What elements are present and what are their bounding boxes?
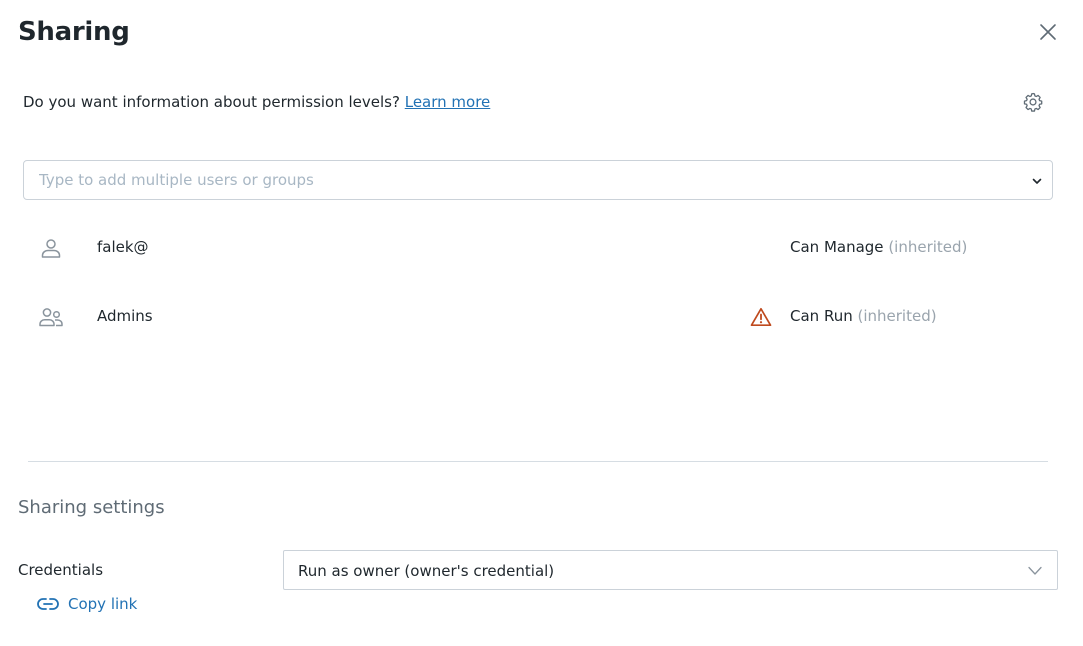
permission-row-user: falek@ Can Manage (inherited): [0, 231, 1083, 263]
close-icon: [1040, 24, 1056, 40]
warning-icon[interactable]: [749, 305, 773, 329]
chevron-down-icon[interactable]: [1030, 174, 1044, 188]
sharing-settings-title: Sharing settings: [18, 497, 165, 518]
user-group-picker[interactable]: [23, 160, 1053, 200]
permission-level: Can Run (inherited): [790, 307, 937, 325]
credentials-label: Credentials: [18, 561, 104, 579]
credentials-select[interactable]: Run as owner (owner's credential): [283, 550, 1058, 590]
settings-button[interactable]: [1021, 90, 1045, 114]
dialog-title: Sharing: [18, 17, 130, 47]
permission-value: Can Manage: [790, 238, 884, 256]
user-icon: [38, 235, 64, 261]
gear-icon: [1023, 92, 1043, 112]
group-icon: [38, 304, 64, 330]
principal-name: Admins: [97, 307, 153, 325]
link-icon: [37, 593, 59, 615]
permission-row-group: Admins Can Run (inherited): [0, 300, 1083, 332]
user-group-input[interactable]: [24, 161, 1052, 199]
copy-link-label: Copy link: [68, 595, 138, 613]
permission-info: Do you want information about permission…: [23, 93, 490, 111]
learn-more-link[interactable]: Learn more: [405, 93, 491, 111]
close-button[interactable]: [1036, 20, 1060, 44]
sharing-dialog: Sharing Do you want information about pe…: [0, 0, 1083, 646]
section-divider: [28, 461, 1048, 462]
chevron-down-icon: [1027, 564, 1043, 578]
credentials-value: Run as owner (owner's credential): [298, 562, 555, 580]
permission-level: Can Manage (inherited): [790, 238, 967, 256]
inherited-label: (inherited): [888, 238, 968, 256]
copy-link-button[interactable]: Copy link: [37, 592, 137, 616]
permission-value: Can Run: [790, 307, 853, 325]
permission-info-text: Do you want information about permission…: [23, 93, 405, 111]
inherited-label: (inherited): [857, 307, 937, 325]
principal-name: falek@: [97, 238, 149, 256]
